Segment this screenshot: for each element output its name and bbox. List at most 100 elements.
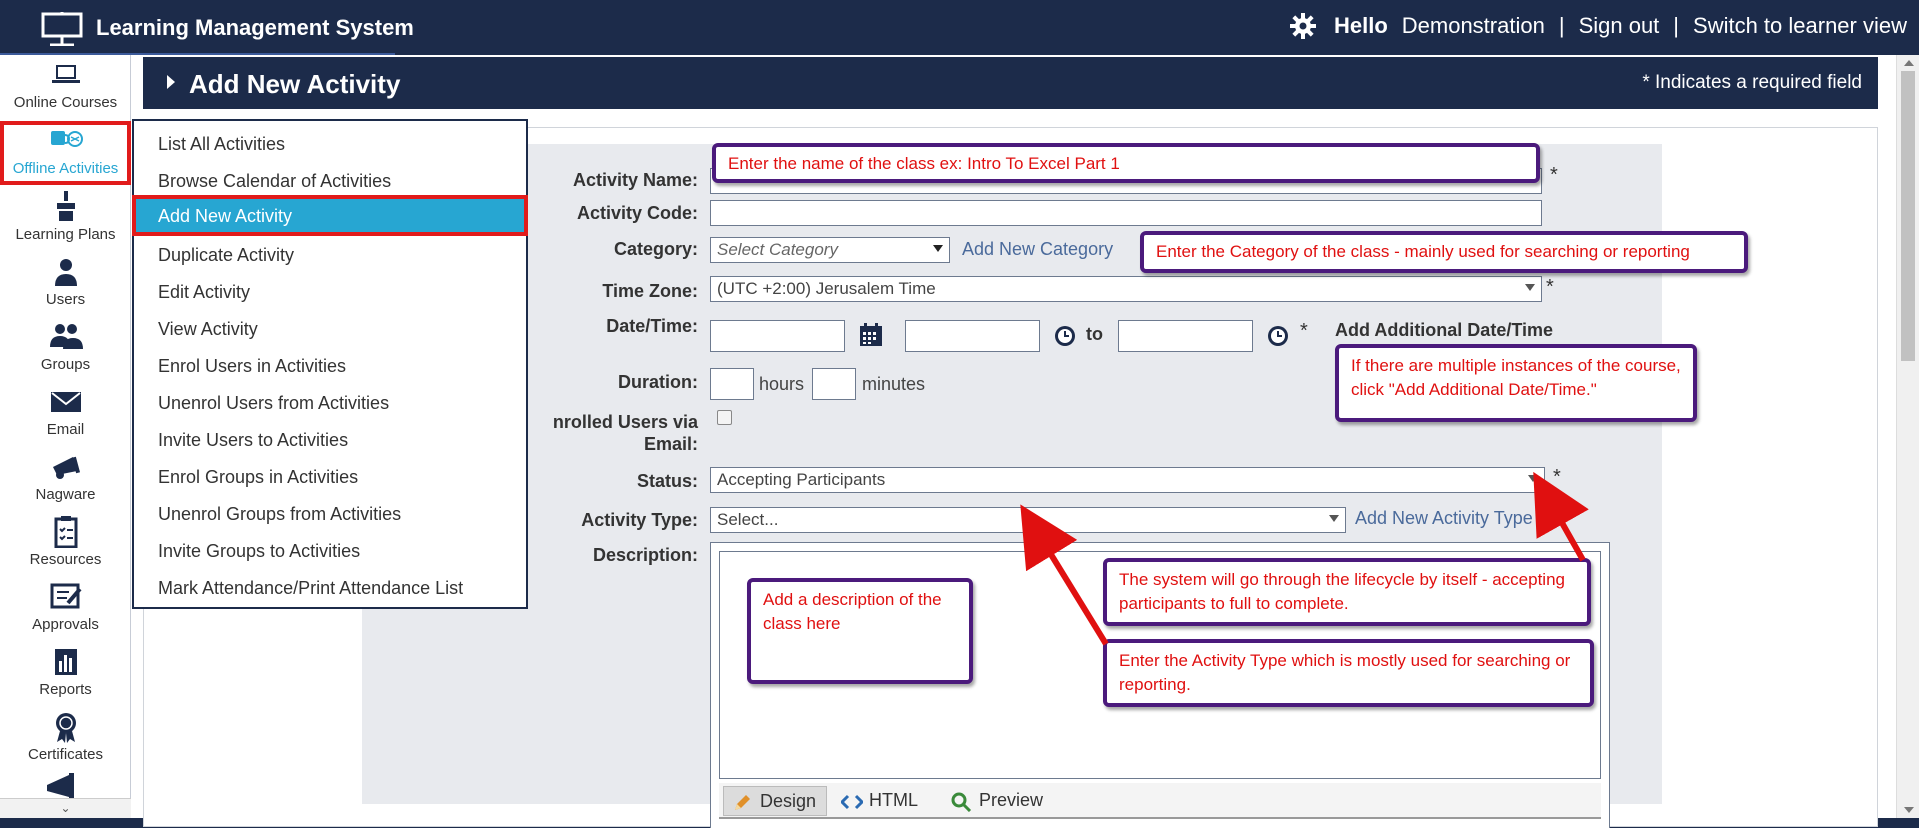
scroll-thumb[interactable]: [1901, 71, 1915, 361]
clock-icon[interactable]: [1266, 324, 1290, 348]
nav-online-courses[interactable]: Online Courses: [0, 55, 131, 119]
required-star: *: [1300, 320, 1308, 342]
nav-offline-activities[interactable]: Offline Activities: [0, 121, 131, 185]
app-title: Learning Management System: [96, 15, 414, 40]
annotation-status: The system will go through the lifecycle…: [1103, 558, 1591, 626]
duration-minutes-input[interactable]: [812, 368, 856, 400]
calendar-icon[interactable]: [858, 322, 884, 348]
hours-label: hours: [759, 374, 805, 394]
start-date-input[interactable]: [710, 320, 845, 352]
minutes-label: minutes: [862, 374, 926, 394]
nav-email[interactable]: Email: [0, 382, 131, 446]
timezone-select[interactable]: (UTC +2:00) Jerusalem Time: [710, 276, 1542, 302]
pencil-icon: [735, 795, 750, 810]
left-nav: Online Courses Offline Activities Learni…: [0, 55, 131, 818]
status-select[interactable]: Accepting Participants: [710, 467, 1545, 493]
status-select-value: Accepting Participants: [717, 470, 886, 489]
nav-label: Email: [46, 421, 85, 438]
menu-item-unenrol-users[interactable]: Unenrol Users from Activities: [134, 382, 526, 419]
start-time-input[interactable]: [905, 320, 1040, 352]
nav-certificates[interactable]: Certificates: [0, 707, 131, 771]
nav-label: Users: [45, 291, 86, 308]
menu-item-mark-attendance[interactable]: Mark Attendance/Print Attendance List: [134, 567, 526, 604]
editor-tab-label: Preview: [979, 790, 1044, 810]
duration-hours-input[interactable]: [710, 368, 754, 400]
editor-tab-label: HTML: [869, 790, 918, 810]
laptop-icon: [51, 65, 80, 83]
menu-item-view-activity[interactable]: View Activity: [134, 308, 526, 345]
activity-code-label: Activity Code:: [576, 203, 698, 223]
nav-users[interactable]: Users: [0, 252, 131, 316]
enrolled-email-label: Email:: [643, 434, 698, 454]
add-new-activity-type-link[interactable]: Add New Activity Type: [1355, 508, 1533, 529]
description-label: Description:: [592, 545, 698, 565]
nav-label: Learning Plans: [15, 226, 116, 243]
code-icon: [841, 794, 863, 810]
nav-label: Nagware: [35, 486, 96, 503]
annotation-datetime: If there are multiple instances of the c…: [1335, 344, 1697, 422]
menu-item-duplicate-activity[interactable]: Duplicate Activity: [134, 234, 526, 271]
menu-item-enrol-users[interactable]: Enrol Users in Activities: [134, 345, 526, 382]
nav-learning-plans[interactable]: Learning Plans: [0, 187, 131, 251]
sign-out-link[interactable]: Sign out: [1579, 13, 1660, 39]
annotation-category: Enter the Category of the class - mainly…: [1140, 231, 1748, 273]
menu-item-invite-users[interactable]: Invite Users to Activities: [134, 419, 526, 456]
add-additional-datetime-link[interactable]: Add Additional Date/Time: [1335, 320, 1553, 341]
nav-label: Groups: [40, 356, 91, 373]
editor-tab-html[interactable]: HTML: [833, 786, 928, 816]
annotation-activity-name: Enter the name of the class ex: Intro To…: [712, 143, 1540, 183]
menu-item-browse-calendar[interactable]: Browse Calendar of Activities: [134, 160, 526, 197]
separator: |: [1673, 13, 1680, 38]
activity-type-select-value: Select...: [717, 510, 779, 529]
user-name-link[interactable]: Demonstration: [1402, 13, 1545, 39]
nav-reports[interactable]: Reports: [0, 642, 131, 706]
activity-code-input[interactable]: [710, 200, 1542, 226]
annotation-description: Add a description of the class here: [747, 578, 973, 684]
switch-learner-view-link[interactable]: Switch to learner view: [1693, 13, 1907, 39]
clock-icon[interactable]: [1053, 324, 1077, 348]
menu-item-invite-groups[interactable]: Invite Groups to Activities: [134, 530, 526, 567]
editor-mode-bar: Design HTML Preview: [719, 783, 1601, 819]
end-time-input[interactable]: [1118, 320, 1253, 352]
editor-tab-label: Design: [760, 791, 817, 811]
chevron-down-icon: [933, 245, 943, 252]
to-label: to: [1086, 324, 1103, 344]
expand-triangle-icon[interactable]: [167, 75, 175, 89]
nav-label: Offline Activities: [12, 160, 119, 177]
ribbon-icon: [55, 713, 76, 743]
nav-approvals[interactable]: Approvals: [0, 577, 131, 641]
nav-groups[interactable]: Groups: [0, 317, 131, 381]
nav-resources[interactable]: Resources: [0, 512, 131, 576]
activity-type-select[interactable]: Select...: [710, 507, 1346, 533]
enrolled-email-checkbox[interactable]: [717, 410, 732, 425]
groups-icon: [49, 324, 83, 349]
category-select-value: Select Category: [717, 240, 838, 259]
status-label: Status:: [636, 471, 698, 491]
annotation-activity-type: Enter the Activity Type which is mostly …: [1103, 639, 1594, 707]
menu-item-add-new-activity[interactable]: Add New Activity: [132, 195, 528, 236]
enrolled-email-label: nrolled Users via: [552, 412, 698, 432]
gear-icon[interactable]: [1289, 13, 1316, 39]
add-new-category-link[interactable]: Add New Category: [962, 239, 1113, 260]
megaphone-icon: [47, 773, 74, 799]
menu-item-edit-activity[interactable]: Edit Activity: [134, 271, 526, 308]
category-select[interactable]: Select Category: [710, 237, 950, 263]
required-star: *: [1550, 164, 1558, 186]
page-scrollbar[interactable]: [1896, 55, 1919, 818]
menu-item-list-all-activities[interactable]: List All Activities: [134, 123, 526, 160]
nav-label: Reports: [39, 681, 92, 698]
editor-tab-design[interactable]: Design: [723, 786, 828, 816]
scroll-up-arrow-icon[interactable]: [1904, 60, 1914, 66]
category-label: Category:: [613, 239, 698, 259]
nav-scroll-down-button[interactable]: ⌄: [0, 798, 131, 818]
menu-item-enrol-groups[interactable]: Enrol Groups in Activities: [134, 456, 526, 493]
lms-logo-icon: [41, 12, 83, 46]
activity-name-label: Activity Name:: [572, 170, 698, 190]
page-header: Add New Activity * Indicates a required …: [143, 57, 1878, 109]
nav-nagware[interactable]: Nagware: [0, 447, 131, 511]
duration-label: Duration:: [618, 372, 698, 392]
menu-item-unenrol-groups[interactable]: Unenrol Groups from Activities: [134, 493, 526, 530]
scroll-down-arrow-icon[interactable]: [1904, 807, 1914, 813]
required-star: *: [1546, 276, 1554, 298]
editor-tab-preview[interactable]: Preview: [943, 786, 1053, 816]
